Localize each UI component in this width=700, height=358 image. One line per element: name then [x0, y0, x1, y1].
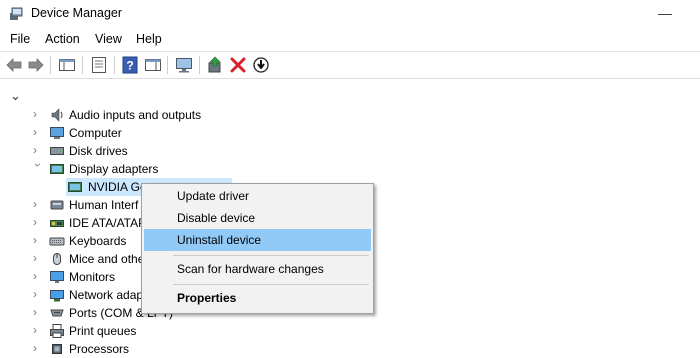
computer-icon [50, 127, 64, 139]
tree-item-label: Display adapters [69, 162, 159, 176]
menu-item-properties[interactable]: Properties [144, 287, 371, 309]
display-adapter-icon [50, 164, 64, 174]
chevron-right-icon[interactable]: › [33, 143, 43, 157]
menu-item-label: Uninstall device [177, 233, 262, 247]
menu-file[interactable]: File [10, 32, 30, 46]
device-manager-icon [10, 7, 23, 20]
menu-item-label: Disable device [177, 211, 256, 225]
tree-item-label: Audio inputs and outputs [69, 108, 202, 122]
back-arrow-icon[interactable] [5, 56, 23, 74]
tree-item-label: Human Interf [69, 198, 139, 212]
tree-item-disk-drives[interactable]: › Disk drives [0, 142, 240, 160]
help-icon[interactable]: ? [121, 56, 139, 74]
menu-item-label: Scan for hardware changes [177, 262, 324, 276]
title-bar: Device Manager — [0, 0, 700, 28]
action-pane-icon[interactable] [144, 56, 162, 74]
menu-bar: File Action View Help [0, 30, 700, 50]
processor-icon [52, 344, 62, 354]
chevron-right-icon[interactable]: › [33, 233, 43, 247]
chevron-right-icon[interactable]: › [33, 269, 43, 283]
tree-item-label: Network adap [69, 288, 144, 302]
printer-icon [50, 324, 64, 338]
disable-icon[interactable] [252, 56, 270, 74]
menu-separator [173, 284, 369, 285]
tree-item-label: Monitors [69, 270, 116, 284]
chevron-right-icon[interactable]: › [33, 215, 43, 229]
menu-item-scan-hardware[interactable]: Scan for hardware changes [144, 258, 371, 280]
menu-item-label: Update driver [177, 189, 250, 203]
properties-icon[interactable] [90, 56, 108, 74]
toolbar: ? [0, 51, 700, 79]
menu-item-label: Properties [177, 291, 237, 305]
chevron-right-icon[interactable]: › [33, 107, 43, 121]
menu-help[interactable]: Help [136, 32, 162, 46]
menu-item-uninstall-device[interactable]: Uninstall device [144, 229, 371, 251]
chevron-down-icon[interactable]: › [31, 163, 45, 173]
tree-item-label: Computer [69, 126, 122, 140]
chevron-right-icon[interactable]: › [33, 251, 43, 265]
hid-icon [50, 200, 64, 210]
svg-text:?: ? [126, 59, 133, 73]
menu-item-update-driver[interactable]: Update driver [144, 185, 371, 207]
menu-separator [173, 255, 369, 256]
menu-item-disable-device[interactable]: Disable device [144, 207, 371, 229]
tree-item-computer[interactable]: › Computer [0, 124, 240, 142]
tree-item-processors[interactable]: › Processors [0, 340, 240, 358]
chevron-right-icon[interactable]: › [33, 323, 43, 337]
context-menu: Update driver Disable device Uninstall d… [141, 183, 374, 314]
keyboard-icon [49, 237, 65, 246]
chevron-right-icon[interactable]: › [33, 341, 43, 355]
tree-item-label: Processors [69, 342, 130, 356]
tree-item-label: NVIDIA Ge [88, 180, 147, 194]
tree-item-label: IDE ATA/ATAP [69, 216, 147, 230]
ide-controller-icon [50, 220, 64, 227]
tree-item-label: Disk drives [69, 144, 128, 158]
chevron-right-icon[interactable]: › [33, 287, 43, 301]
minimize-icon[interactable]: — [656, 4, 674, 22]
mouse-icon [53, 253, 61, 265]
network-adapter-icon [50, 290, 64, 302]
root-collapse-chevron-icon[interactable]: ⌄ [10, 88, 21, 104]
speaker-icon [51, 108, 63, 122]
update-driver-icon[interactable] [206, 56, 224, 74]
display-adapter-icon [68, 182, 82, 192]
chevron-right-icon[interactable]: › [33, 197, 43, 211]
monitor-icon[interactable] [175, 56, 193, 74]
uninstall-icon[interactable] [229, 56, 247, 74]
tree-item-print-queues[interactable]: › Print queues [0, 322, 240, 340]
tree-item-label: Mice and othe [69, 252, 145, 266]
chevron-right-icon[interactable]: › [33, 305, 43, 319]
tree-item-audio[interactable]: › Audio inputs and outputs [0, 106, 240, 124]
show-hide-console-tree-icon[interactable] [58, 56, 76, 74]
tree-item-display-adapters[interactable]: › Display adapters [0, 160, 240, 178]
forward-arrow-icon[interactable] [27, 56, 45, 74]
monitor-icon [50, 271, 64, 283]
window-title: Device Manager [31, 6, 123, 20]
tree-item-label: Print queues [69, 324, 137, 338]
port-icon [50, 309, 64, 317]
tree-item-label: Keyboards [69, 234, 127, 248]
menu-action[interactable]: Action [45, 32, 80, 46]
chevron-right-icon[interactable]: › [33, 125, 43, 139]
menu-view[interactable]: View [95, 32, 122, 46]
disk-drive-icon [50, 147, 64, 155]
